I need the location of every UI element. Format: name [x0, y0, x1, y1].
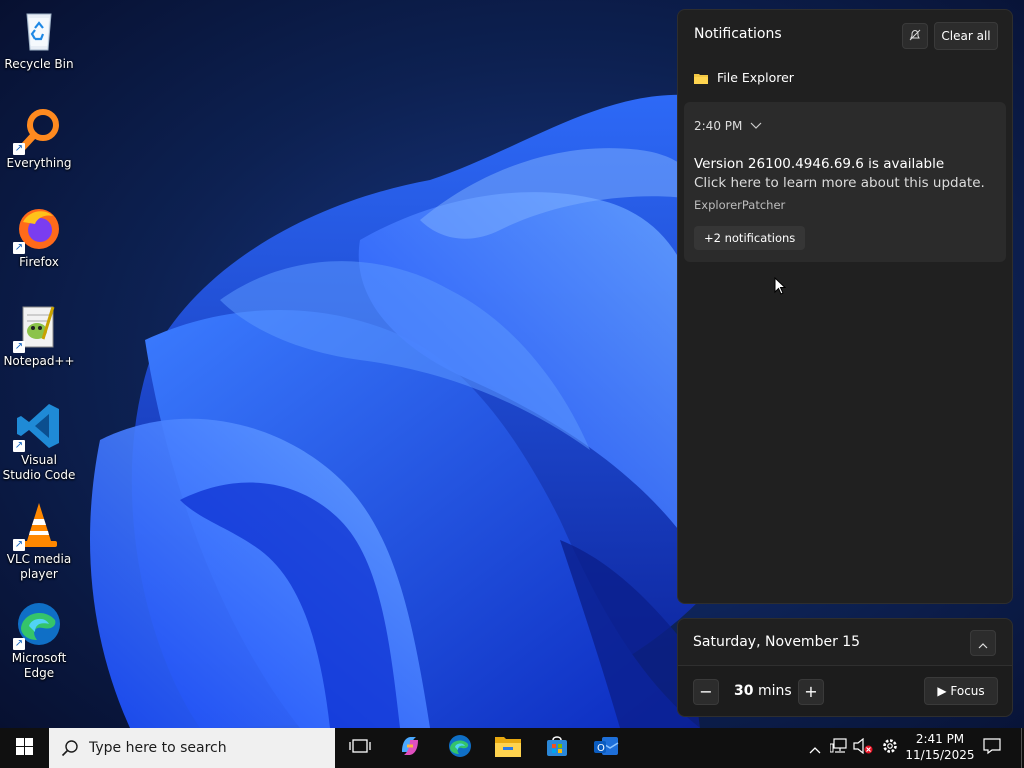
edge-icon	[448, 734, 472, 762]
play-icon: ▶	[937, 684, 947, 698]
desktop-icon-vscode[interactable]: ↗ Visual Studio Code	[2, 402, 76, 483]
settings-button[interactable]	[878, 728, 902, 768]
edge-icon: ↗	[13, 600, 63, 650]
gear-icon	[881, 737, 899, 759]
start-button[interactable]	[0, 728, 48, 768]
file-explorer-icon	[495, 735, 521, 761]
mouse-cursor-icon	[774, 276, 787, 299]
clock-date: 11/15/2025	[905, 748, 975, 762]
desktop-icon-label: Microsoft Edge	[11, 651, 67, 680]
shortcut-arrow-icon: ↗	[13, 638, 25, 650]
decrease-minutes-button[interactable]: −	[693, 679, 719, 705]
start-focus-button[interactable]: ▶ Focus	[924, 677, 998, 705]
taskbar: O	[0, 728, 1024, 768]
network-icon	[829, 738, 848, 758]
increase-minutes-button[interactable]: +	[798, 679, 824, 705]
desktop-icon-label: Notepad++	[3, 354, 75, 368]
focus-button-label: Focus	[950, 684, 985, 698]
focus-minutes-value: 30	[734, 683, 754, 699]
do-not-disturb-button[interactable]	[902, 23, 928, 49]
desktop-icon-notepadpp[interactable]: ↗ Notepad++	[2, 303, 76, 369]
show-desktop-button[interactable]	[1018, 728, 1024, 768]
chevron-down-icon	[750, 119, 762, 133]
desktop-icon-label: Firefox	[19, 255, 59, 269]
notification-app-name: File Explorer	[717, 70, 794, 85]
desktop-icon-recycle-bin[interactable]: Recycle Bin	[2, 6, 76, 72]
notification-center-button[interactable]	[980, 728, 1004, 768]
volume-muted-icon	[853, 737, 873, 758]
focus-duration: 30 mins	[734, 683, 792, 699]
taskbar-outlook[interactable]: O	[583, 728, 629, 768]
notification-card[interactable]: 2:40 PM Version 26100.4946.69.6 is avail…	[684, 102, 1006, 262]
notification-app-header[interactable]: File Explorer	[694, 70, 794, 85]
taskbar-clock[interactable]: 2:41 PM 11/15/2025	[904, 731, 976, 763]
chevron-up-icon	[809, 739, 821, 758]
clear-all-button[interactable]: Clear all	[934, 22, 998, 50]
desktop-icon-edge[interactable]: ↗ Microsoft Edge	[2, 600, 76, 681]
network-button[interactable]	[828, 728, 850, 768]
taskbar-file-explorer[interactable]	[485, 728, 531, 768]
vlc-cone-icon: ↗	[13, 501, 63, 551]
show-hidden-icons-button[interactable]	[805, 728, 825, 768]
recycle-bin-icon	[15, 6, 63, 54]
notepadpp-icon: ↗	[13, 303, 63, 353]
search-icon	[61, 739, 79, 757]
notification-bubble-icon	[983, 737, 1001, 759]
notification-source: ExplorerPatcher	[694, 198, 786, 212]
notification-time-group[interactable]: 2:40 PM	[694, 119, 762, 133]
chevron-up-icon	[978, 634, 988, 653]
calendar-panel: Saturday, November 15 − 30 mins + ▶ Focu…	[677, 618, 1013, 717]
desktop-icon-vlc[interactable]: ↗ VLC media player	[2, 501, 76, 582]
shortcut-arrow-icon: ↗	[13, 143, 25, 155]
desktop-icon-firefox[interactable]: ↗ Firefox	[2, 204, 76, 270]
search-input[interactable]	[87, 739, 321, 757]
taskbar-edge[interactable]	[437, 728, 483, 768]
task-view-button[interactable]	[337, 728, 383, 768]
shortcut-arrow-icon: ↗	[13, 242, 25, 254]
bell-snooze-icon	[908, 27, 922, 46]
taskbar-microsoft-store[interactable]	[534, 728, 580, 768]
show-desktop-divider	[1020, 728, 1022, 768]
shortcut-arrow-icon: ↗	[13, 341, 25, 353]
folder-icon	[694, 72, 708, 84]
notification-title: Version 26100.4946.69.6 is available	[694, 156, 945, 172]
focus-minutes-unit: mins	[757, 683, 792, 699]
vscode-icon: ↗	[13, 402, 63, 452]
desktop-icon-label: Visual Studio Code	[2, 453, 76, 482]
notifications-title: Notifications	[694, 26, 782, 42]
everything-search-icon: ↗	[13, 105, 63, 155]
shortcut-arrow-icon: ↗	[13, 440, 25, 452]
more-notifications-button[interactable]: +2 notifications	[694, 226, 806, 250]
outlook-icon: O	[593, 734, 619, 762]
desktop-icon-label: VLC media player	[6, 552, 72, 581]
focus-session-row: − 30 mins + ▶ Focus	[678, 666, 1012, 716]
taskbar-search-box[interactable]	[49, 728, 335, 768]
taskbar-copilot[interactable]	[387, 728, 433, 768]
minus-icon: −	[699, 682, 713, 701]
desktop-icon-everything[interactable]: ↗ Everything	[2, 105, 76, 171]
copilot-icon	[398, 734, 422, 762]
desktop-icon-label: Everything	[6, 156, 72, 170]
clock-time: 2:41 PM	[915, 732, 965, 746]
store-bag-icon	[545, 734, 569, 762]
svg-text:O: O	[597, 743, 605, 754]
calendar-date[interactable]: Saturday, November 15	[693, 634, 860, 650]
windows-logo-icon	[15, 737, 33, 759]
shortcut-arrow-icon: ↗	[13, 539, 25, 551]
plus-icon: +	[804, 682, 818, 701]
notification-time: 2:40 PM	[694, 119, 743, 133]
notification-center: Notifications Clear all File Explorer 2:…	[677, 9, 1013, 604]
calendar-collapse-button[interactable]	[970, 630, 996, 656]
task-view-icon	[349, 738, 371, 758]
notification-body: Click here to learn more about this upda…	[694, 175, 985, 191]
firefox-icon: ↗	[13, 204, 63, 254]
volume-button[interactable]	[852, 728, 874, 768]
desktop-icon-label: Recycle Bin	[4, 57, 74, 71]
